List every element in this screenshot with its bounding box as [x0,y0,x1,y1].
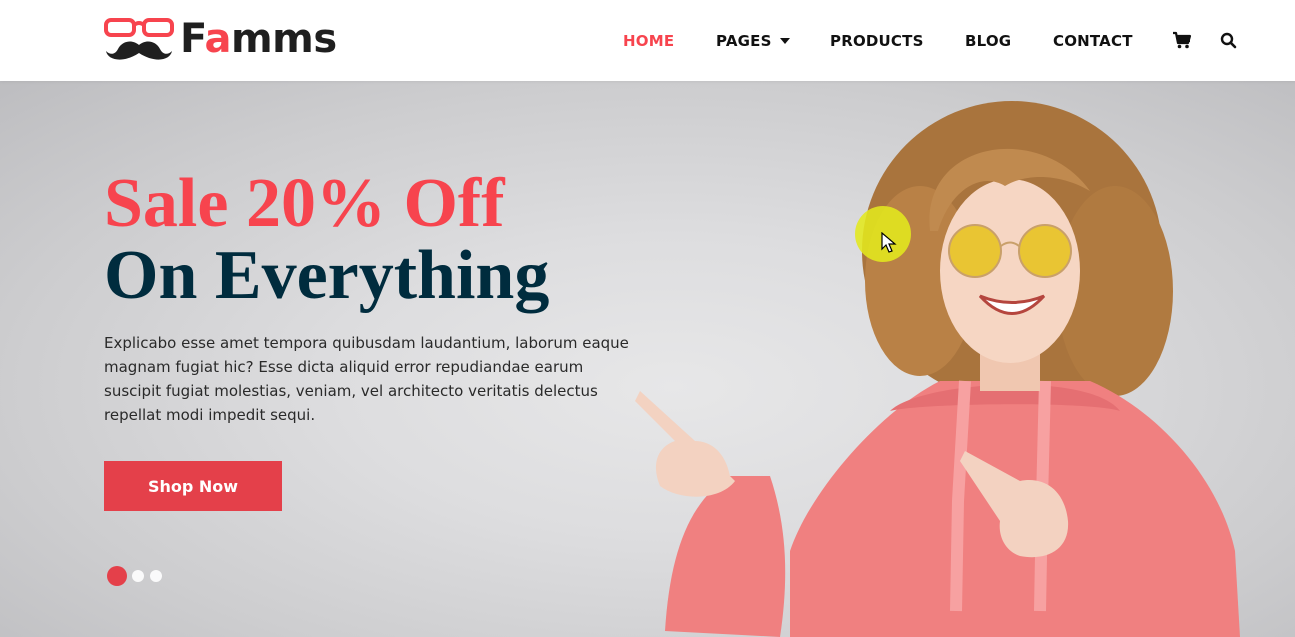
brand-name: Famms [180,16,337,62]
nav-pages-dropdown[interactable]: PAGES [716,32,790,50]
slide-dot-2[interactable] [132,570,144,582]
cart-button[interactable] [1171,30,1193,50]
hero-headline-sale: Sale 20% Off [104,165,505,242]
nav-pages-label: PAGES [716,31,772,50]
slider-indicators [107,566,168,586]
cart-icon [1173,31,1192,49]
hero-headline-everything: On Everything [104,237,550,314]
shop-now-button[interactable]: Shop Now [104,461,282,511]
nav-blog[interactable]: BLOG [965,32,1011,50]
slide-dot-3[interactable] [150,570,162,582]
slide-dot-1[interactable] [107,566,127,586]
caret-down-icon [779,38,790,44]
hero-slider: Sale 20% Off On Everything Explicabo ess… [0,81,1295,637]
hero-model-image [635,101,1240,637]
brand-logo-link[interactable]: Famms [102,14,362,64]
nav-contact[interactable]: CONTACT [1053,32,1133,50]
hero-description: Explicabo esse amet tempora quibusdam la… [104,334,629,424]
site-header: Famms HOME PAGES PRODUCTS BLOG CONTACT [0,0,1295,81]
search-icon [1220,32,1236,48]
nav-products[interactable]: PRODUCTS [830,32,924,50]
nav-home[interactable]: HOME [623,32,674,50]
glasses-mustache-logo-icon [104,18,174,60]
search-button[interactable] [1217,30,1239,50]
mouse-pointer-icon [881,232,897,253]
